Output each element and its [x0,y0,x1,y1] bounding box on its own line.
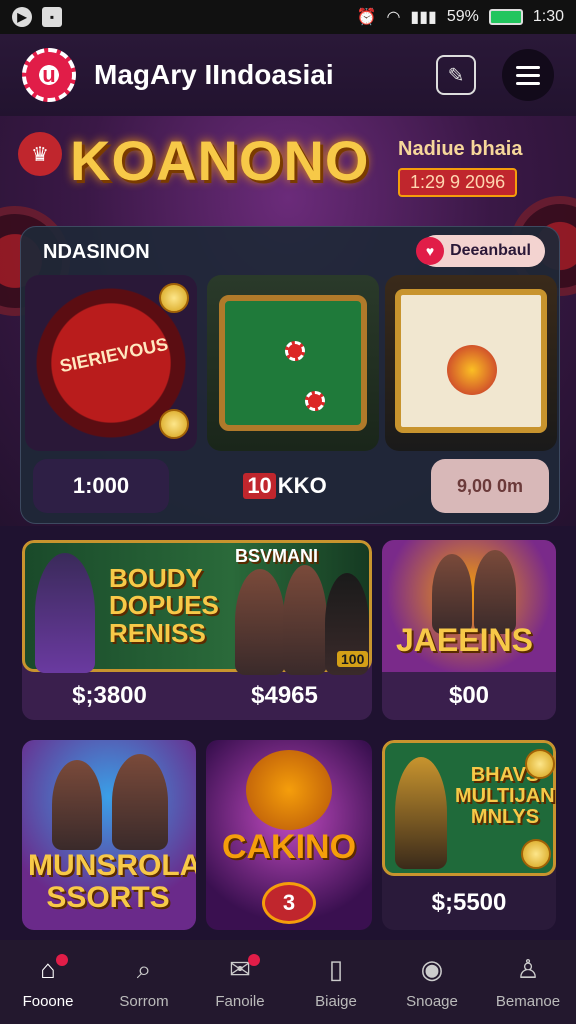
slot-machine-image [395,289,547,433]
signal-icon: ▮▮▮ [410,9,437,26]
game-tile-casino[interactable]: CAKINO 3 [206,740,372,930]
promo-price: $;3800 [72,682,147,709]
hero-subtitle: Nadiue bhaia [398,138,523,160]
featured-title: NDASINON [43,241,150,263]
person-image [112,754,168,850]
wifi-icon: ◠ [386,9,401,26]
nav-item-home[interactable]: ⌂ Fooone [0,940,96,1024]
menu-button[interactable] [502,49,554,101]
battery-icon [488,9,523,25]
pill-badge: 10 [243,473,276,499]
nav-item-search[interactable]: ⌕ Sorrom [96,940,192,1024]
promo-price: $00 [448,682,490,709]
notification-dot [56,954,68,966]
tile-image: BHAVS MULTIJANIS MNLYS [382,740,556,876]
hero-banner: ♛ KOANONO Nadiue bhaia 1:29 9 2096 NDASI… [0,116,576,526]
hero-date: 1:29 9 2096 [398,168,518,197]
battery-text: 1:30 [532,8,564,25]
game-tile-multijanis[interactable]: BHAVS MULTIJANIS MNLYS $;5500 [382,740,556,930]
search-icon: ⌕ [136,953,152,984]
nav-label: Snoage [406,992,458,1010]
app-header: u MagAry IIndoasiai ✎ [0,34,576,116]
play-icon: ▶ [12,7,32,27]
nav-item-book[interactable]: ▯ Biaige [288,940,384,1024]
tile-title: CAKINO [221,828,357,866]
promo-card-bonus[interactable]: BOUDY DOPUES RENISS BSVMANI 100 $;3800 $… [22,540,372,720]
game-card-roulette[interactable]: SIERIEVOUS [25,275,197,451]
tile-title: MUNSROLAS SSORTS [28,849,196,914]
tile-price: $;5500 [431,889,507,916]
nav-label: Biaige [315,992,357,1010]
image-icon: ▪ [42,7,62,27]
book-icon: ▯ [328,954,344,984]
nav-item-play[interactable]: ◉ Snoage [384,940,480,1024]
coin-icon [159,283,189,313]
chip-icon [285,341,305,361]
notification-dot [248,954,260,966]
alarm-icon: ⏰ [356,9,377,26]
promo-image: JAEEINS [382,540,556,672]
nav-item-chat[interactable]: ✉ Fanoile [192,940,288,1024]
game-card-slots[interactable] [385,275,557,451]
app-logo[interactable]: u [22,48,76,102]
game-card-title: SIERIEVOUS [58,333,170,377]
person-image [52,760,102,850]
nav-label: Bemanoe [495,992,561,1010]
slot-symbol-icon [447,345,497,395]
promo-card-jaeeins[interactable]: JAEEINS $00 [382,540,556,720]
bottom-nav: ⌂ Fooone ⌕ Sorrom ✉ Fanoile ▯ Biaige ◉ S… [0,940,576,1024]
game-tile-sports[interactable]: MUNSROLAS SSORTS [22,740,196,930]
promo-headline: BOUDY DOPUES RENISS [109,563,219,648]
person-image [35,553,95,673]
app-title: MagAry IIndoasiai [94,59,334,90]
game-card-price[interactable]: 1:000 [33,459,169,513]
pill-label: KKO [277,473,327,498]
featured-tag[interactable]: ♥ Deeanbaul [416,235,545,267]
status-bar: ▶ ▪ ⏰ ◠ ▮▮▮ 59% 1:30 [0,0,576,34]
promo-corner: BSVMANI [235,546,319,566]
promo-badge: 100 [337,651,369,667]
coin-icon [521,839,551,869]
play-icon: ◉ [420,954,444,984]
trophy-icon[interactable]: ♛ [18,132,62,176]
person-image [283,565,327,675]
signal-text: 59% [446,8,479,25]
card-table-image [219,295,367,431]
heart-icon: ♥ [416,237,445,265]
nav-item-profile[interactable]: ♙ Bemanoe [480,940,576,1024]
person-image [235,569,285,675]
mascot-image [246,750,332,830]
nav-label: Fooone [22,992,74,1010]
user-icon: ♙ [516,954,540,984]
nav-label: Fanoile [215,992,265,1010]
nav-label: Sorrom [119,992,169,1010]
person-image [395,757,447,869]
game-card-price[interactable]: 9,00 0m [431,459,549,513]
tile-action-button[interactable]: 3 [262,882,316,924]
chip-icon [305,391,325,411]
coin-icon [159,409,189,439]
promo-image: BOUDY DOPUES RENISS BSVMANI 100 [22,540,372,675]
featured-tag-label: Deeanbaul [450,242,531,259]
hero-title: KOANONO [70,129,370,192]
game-card-table[interactable] [207,275,379,451]
edit-icon[interactable]: ✎ [436,55,476,95]
featured-panel: NDASINON ♥ Deeanbaul SIERIEVOUS 1:000 10… [20,226,560,524]
promo-title: JAEEINS [396,622,533,658]
game-card-price[interactable]: 10 KKO [235,459,335,513]
promo-price: $4965 [251,682,318,709]
coin-icon [525,749,555,779]
